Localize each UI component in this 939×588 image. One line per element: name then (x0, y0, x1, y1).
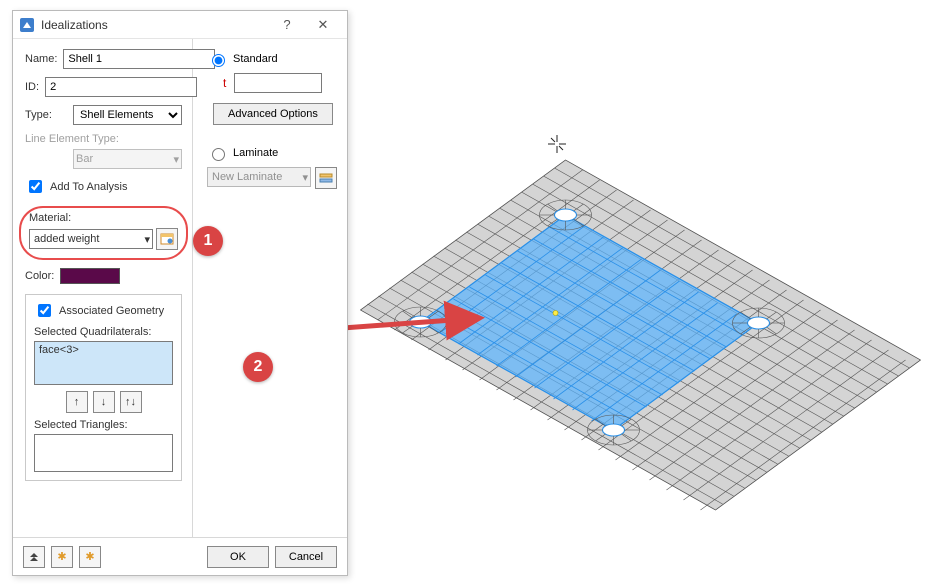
material-library-button[interactable] (156, 228, 178, 250)
thickness-input[interactable] (234, 73, 322, 93)
add-to-analysis-checkbox[interactable] (29, 180, 42, 193)
standard-radio[interactable] (212, 54, 225, 67)
laminate-label: Laminate (233, 147, 278, 159)
add-to-analysis-label: Add To Analysis (50, 181, 127, 193)
dialog-title: Idealizations (41, 18, 269, 32)
name-label: Name: (25, 53, 57, 65)
selected-tris-label: Selected Triangles: (34, 419, 173, 431)
color-swatch[interactable] (60, 268, 120, 284)
star-button-2[interactable]: ✱ (79, 546, 101, 568)
callout-2: 2 (243, 352, 273, 382)
flip-up-button[interactable]: ↑ (66, 391, 88, 413)
line-elem-select: Bar▾ (73, 149, 182, 169)
selected-tris-list[interactable] (34, 434, 173, 472)
list-item: face<3> (39, 344, 79, 356)
color-label: Color: (25, 270, 54, 282)
selected-quads-list[interactable]: face<3> (34, 341, 173, 385)
assoc-geometry-label: Associated Geometry (59, 305, 164, 317)
standard-label: Standard (233, 53, 278, 65)
laminate-select: New Laminate▾ (207, 167, 311, 187)
material-label: Material: (29, 212, 178, 224)
id-label: ID: (25, 81, 39, 93)
type-label: Type: (25, 109, 67, 121)
material-select[interactable]: added weight▾ (29, 229, 153, 249)
mesh-viewport[interactable] (350, 10, 931, 580)
titlebar: Idealizations ? ✕ (13, 11, 347, 39)
laminate-radio[interactable] (212, 148, 225, 161)
ok-button[interactable]: OK (207, 546, 269, 568)
app-icon (19, 17, 35, 33)
flip-down-button[interactable]: ↓ (93, 391, 115, 413)
collapse-button[interactable] (23, 546, 45, 568)
selected-quads-label: Selected Quadrilaterals: (34, 326, 173, 338)
help-button[interactable]: ? (269, 17, 305, 32)
line-elem-label: Line Element Type: (25, 133, 182, 145)
material-group: Material: added weight▾ (19, 206, 188, 260)
type-select[interactable]: Shell Elements (73, 105, 182, 125)
thickness-label: t (223, 76, 226, 90)
laminate-new-button[interactable] (315, 167, 337, 189)
assoc-geometry-checkbox[interactable] (38, 304, 51, 317)
cancel-button[interactable]: Cancel (275, 546, 337, 568)
callout-1: 1 (193, 226, 223, 256)
id-input[interactable] (45, 77, 197, 97)
flip-both-button[interactable]: ↑↓ (120, 391, 142, 413)
advanced-options-button[interactable]: Advanced Options (213, 103, 333, 125)
close-button[interactable]: ✕ (305, 17, 341, 33)
idealizations-dialog: Idealizations ? ✕ Name: ID: Type: Shell … (12, 10, 348, 576)
star-button-1[interactable]: ✱ (51, 546, 73, 568)
